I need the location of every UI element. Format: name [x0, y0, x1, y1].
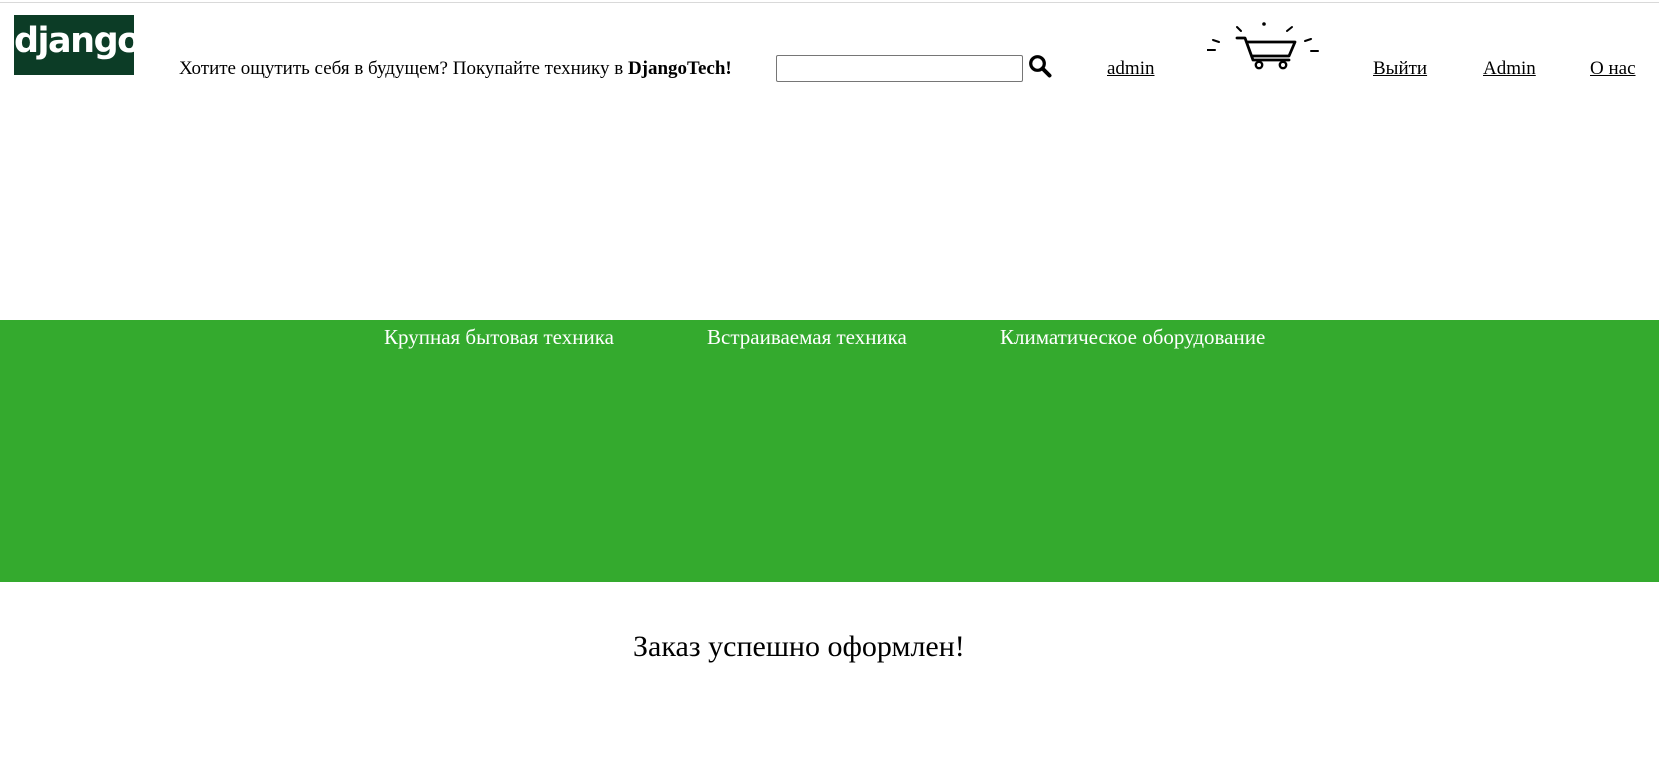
tagline-brand: DjangoTech! [627, 58, 732, 79]
category-bar: Крупная бытовая техника Встраиваемая тех… [0, 320, 1659, 582]
category-climate-equipment[interactable]: Климатическое оборудование [1000, 325, 1265, 350]
tagline: Хотите ощутить себя в будущем? Покупайте… [179, 58, 732, 80]
admin-link[interactable]: Admin [1483, 58, 1536, 80]
search-button[interactable] [1028, 54, 1052, 78]
django-logo[interactable]: django [14, 15, 141, 75]
search-input[interactable] [776, 55, 1023, 82]
tagline-text: Хотите ощутить себя в будущем? Покупайте… [179, 58, 628, 79]
site-header: django Хотите ощутить себя в будущем? По… [0, 0, 1659, 110]
category-built-in-appliances[interactable]: Встраиваемая техника [707, 325, 907, 350]
logout-link[interactable]: Выйти [1373, 58, 1427, 80]
order-success-message: Заказ успешно оформлен! [633, 630, 965, 663]
cart-icon [1206, 22, 1319, 70]
category-large-appliances[interactable]: Крупная бытовая техника [384, 325, 614, 350]
search-icon [1029, 55, 1052, 78]
cart-button[interactable] [1206, 18, 1321, 74]
about-link[interactable]: О нас [1590, 58, 1636, 80]
user-profile-link[interactable]: admin [1107, 58, 1155, 80]
